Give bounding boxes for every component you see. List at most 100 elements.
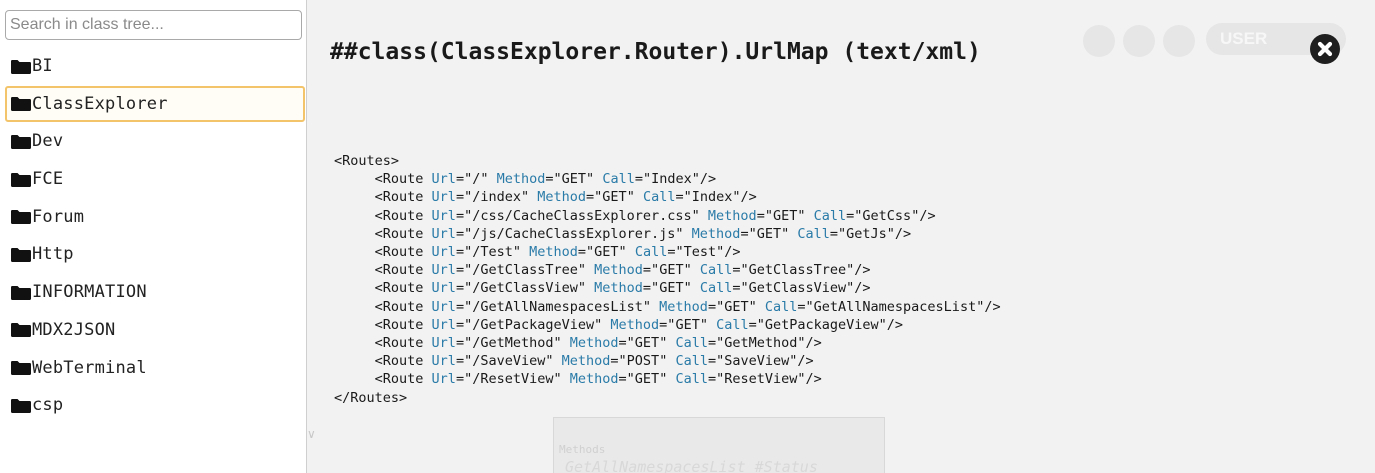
code-line: <Route Url="/css/CacheClassExplorer.css"… [334,207,1001,225]
xml-punct: =" [455,353,473,370]
xml-punct: =" [455,262,473,279]
route-call: GetCss [862,207,912,224]
xml-tag: <Route [334,335,432,352]
tree-item[interactable]: csp [5,387,305,423]
route-method: POST [626,353,660,370]
route-call: Index [651,171,692,188]
xml-punct: "/> [797,335,822,352]
code-line: <Route Url="/GetClassTree" Method="GET" … [334,261,1001,279]
xml-punct: " [480,171,497,188]
close-button[interactable] [1310,34,1340,64]
route-call: Index [691,189,733,206]
xml-root-close: </Routes> [334,389,408,406]
xml-attr: Method [529,244,578,261]
xml-punct: "/> [976,298,1001,315]
route-url: /js/CacheClassExplorer.js [472,225,676,242]
xml-punct: "/> [797,371,822,388]
xml-attr: Method [659,298,708,315]
tree-item[interactable]: Forum [5,199,305,235]
route-call: Test [683,244,717,261]
folder-icon [11,97,31,112]
viewer-title: ##class(ClassExplorer.Router).UrlMap (te… [330,39,981,65]
route-url: /SaveView [472,353,546,370]
route-method: GET [602,189,627,206]
code-line: <Route Url="/GetPackageView" Method="GET… [334,316,1001,334]
search-input[interactable] [5,10,302,40]
tree-item-label: Dev [32,131,64,152]
xml-punct: =" [707,298,725,315]
route-call: SaveView [724,353,790,370]
tree-item[interactable]: Dev [5,123,305,159]
xml-punct: " [642,298,660,315]
xml-punct: =" [618,335,635,352]
background-panel [553,417,885,473]
xml-punct: " [659,353,676,370]
route-method: GET [756,225,782,242]
code-line: <Route Url="/index" Method="GET" Call="I… [334,188,1001,206]
xml-punct: "/> [878,316,904,333]
xml-tag: <Route [334,207,432,224]
route-call: GetClassView [748,280,847,297]
xml-punct: "/> [846,280,871,297]
tree-item-label: BI [32,56,53,76]
xml-attr: Call [634,244,668,261]
xml-punct: " [797,207,814,224]
xml-punct: " [553,371,570,388]
xml-punct: =" [610,353,627,370]
folder-icon [11,361,31,375]
tree-item[interactable]: MDX2JSON [5,312,305,348]
xml-tag: <Route [334,353,432,370]
tree-item-label: Forum [32,206,85,227]
xml-attr: Method [594,262,643,279]
main-panel: USER ∨ Methods GetAllNamespacesList #Sta… [307,0,1375,473]
xml-attr: Call [675,371,708,388]
xml-punct: "/> [716,244,741,261]
tree-item-label: csp [32,395,64,416]
xml-punct: =" [756,207,773,224]
folder-icon [11,247,31,262]
xml-punct: =" [577,244,595,261]
xml-punct: "/> [886,225,912,242]
route-url: /GetMethod [472,335,554,352]
tree-item[interactable]: FCE [5,161,305,197]
xml-attr: Call [813,207,847,224]
code-line: <Route Url="/ResetView" Method="GET" Cal… [334,370,1001,388]
xml-punct: =" [659,316,676,333]
folder-icon [11,323,31,338]
route-call: GetPackageView [764,316,879,333]
xml-attr: Url [431,353,456,370]
chevron-down-icon: ∨ [307,427,316,441]
folder-icon [11,398,31,413]
tree-item[interactable]: BI [5,48,305,84]
tree-item-label: INFORMATION [32,282,147,303]
code-line: <Route Url="/" Method="GET" Call="Index"… [334,170,1001,188]
xml-punct: "/> [846,262,871,279]
xml-punct: =" [455,207,473,224]
xml-punct: =" [829,225,847,242]
tree-item[interactable]: ClassExplorer [5,85,305,122]
xml-punct: " [594,316,611,333]
xml-attr: Call [675,335,708,352]
xml-attr: Url [431,371,456,388]
xml-attr: Url [431,244,456,261]
xml-punct: =" [707,353,725,370]
xml-punct: " [699,316,717,333]
xml-punct: =" [675,189,692,206]
xml-punct: "/> [732,189,757,206]
tree-item[interactable]: Http [5,236,305,272]
code-line: <Route Url="/js/CacheClassExplorer.js" M… [334,225,1001,243]
xml-attr: Url [431,262,456,279]
xml-punct: =" [455,335,473,352]
xml-punct: " [520,189,538,206]
xml-punct: " [691,207,708,224]
tree-item[interactable]: INFORMATION [5,274,305,310]
xml-punct: =" [732,262,749,279]
xml-attr: Url [431,316,456,333]
tree-item[interactable]: WebTerminal [5,350,305,386]
xml-punct: =" [740,225,757,242]
xml-punct: " [659,335,676,352]
background-text: Methods [559,443,606,456]
xml-punct: =" [642,280,660,297]
xml-attr: Call [716,316,749,333]
route-call: GetMethod [724,335,798,352]
